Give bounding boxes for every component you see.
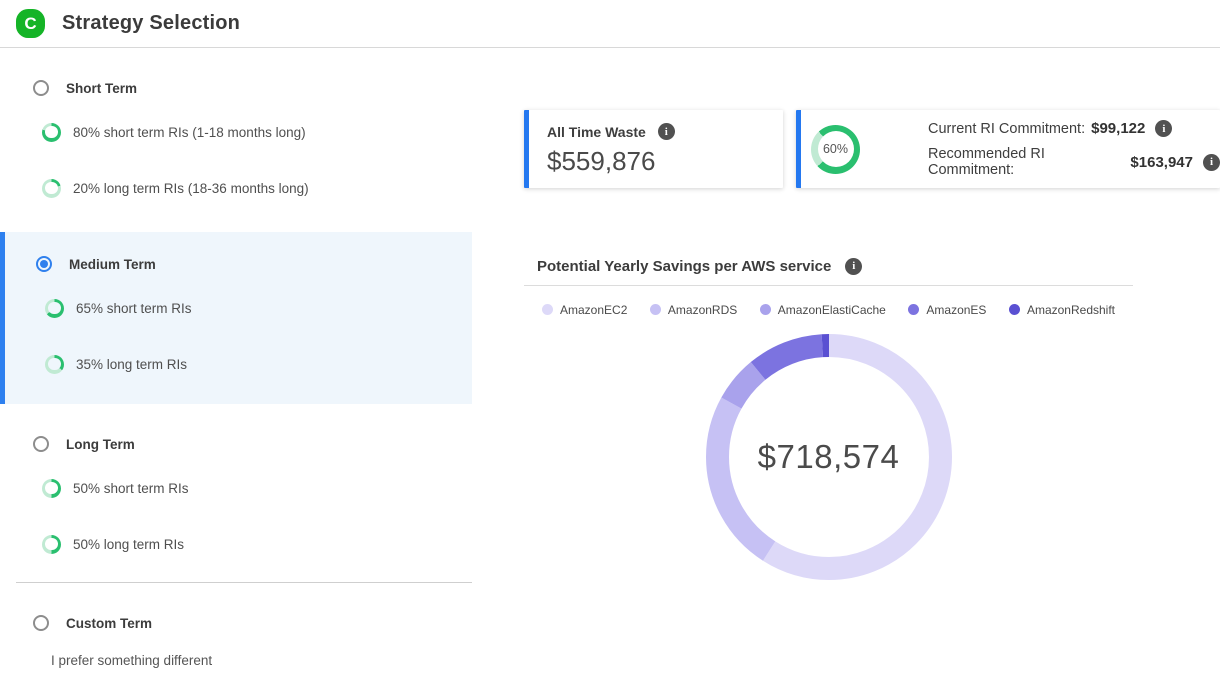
selected-option-panel: Medium Term 65% short term RIs 35% long …	[0, 232, 472, 404]
ri-commitment-card: 60% Current RI Commitment: $99,122 Recom…	[796, 110, 1220, 188]
allocation-label: 80% short term RIs (1-18 months long)	[73, 125, 306, 140]
legend-item-amazonredshift[interactable]: AmazonRedshift	[1009, 302, 1115, 317]
allocation-label: 50% long term RIs	[73, 537, 184, 552]
strategy-selection-page: C Strategy Selection Short Term 80% shor…	[0, 0, 1220, 691]
card-title: All Time Waste	[547, 124, 646, 140]
legend-dot-icon	[760, 304, 771, 315]
progress-ring-icon	[42, 123, 61, 142]
radio-medium-term[interactable]	[36, 256, 52, 272]
option-label: Long Term	[66, 437, 135, 452]
legend-label: AmazonRedshift	[1027, 303, 1115, 317]
list-item: 20% long term RIs (18-36 months long)	[0, 160, 472, 216]
progress-ring-icon	[45, 299, 64, 318]
radio-custom-term[interactable]	[33, 615, 49, 631]
commitment-ring: 60%	[811, 125, 860, 174]
strategy-options-panel: Short Term 80% short term RIs (1-18 mont…	[0, 48, 472, 668]
progress-ring-icon	[42, 479, 61, 498]
savings-chart-section: Potential Yearly Savings per AWS service…	[524, 257, 1133, 580]
allocation-label: 65% short term RIs	[76, 301, 192, 316]
list-item: 35% long term RIs	[5, 336, 472, 392]
recommended-commitment-value: $163,947	[1130, 154, 1193, 171]
option-short-term[interactable]: Short Term	[0, 72, 472, 104]
list-item: 65% short term RIs	[5, 280, 472, 336]
option-label: Custom Term	[66, 616, 152, 631]
chart-title: Potential Yearly Savings per AWS service	[537, 258, 831, 275]
divider	[16, 582, 472, 583]
page-title: Strategy Selection	[62, 12, 240, 35]
legend-dot-icon	[1009, 304, 1020, 315]
allocation-label: 50% short term RIs	[73, 481, 189, 496]
recommended-commitment-label: Recommended RI Commitment:	[928, 146, 1124, 178]
current-commitment-value: $99,122	[1091, 120, 1145, 137]
waste-value: $559,876	[547, 146, 783, 177]
radio-short-term[interactable]	[33, 80, 49, 96]
main: Short Term 80% short term RIs (1-18 mont…	[0, 48, 1220, 668]
allocation-label: 20% long term RIs (18-36 months long)	[73, 181, 309, 196]
donut-svg	[706, 334, 952, 580]
donut-chart: $718,574	[706, 334, 952, 580]
option-custom-term[interactable]: Custom Term	[0, 607, 472, 639]
legend-item-amazones[interactable]: AmazonES	[908, 302, 986, 317]
commitment-ring-label: 60%	[818, 131, 854, 167]
option-medium-term[interactable]: Medium Term	[5, 248, 472, 280]
info-icon[interactable]	[1203, 154, 1220, 171]
header: C Strategy Selection	[0, 0, 1220, 48]
recommended-commitment-row: Recommended RI Commitment: $163,947	[928, 146, 1220, 178]
content: All Time Waste $559,876 60% Current RI C…	[472, 48, 1220, 668]
option-long-term[interactable]: Long Term	[0, 428, 472, 460]
chart-legend: AmazonEC2 AmazonRDS AmazonElastiCache Am…	[524, 302, 1133, 317]
current-commitment-row: Current RI Commitment: $99,122	[928, 120, 1220, 137]
current-commitment-label: Current RI Commitment:	[928, 121, 1085, 137]
legend-dot-icon	[542, 304, 553, 315]
legend-item-amazonrds[interactable]: AmazonRDS	[650, 302, 737, 317]
summary-cards: All Time Waste $559,876 60% Current RI C…	[524, 110, 1220, 188]
custom-term-description: I prefer something different	[0, 653, 472, 668]
progress-ring-icon	[42, 535, 61, 554]
legend-label: AmazonES	[926, 303, 986, 317]
info-icon[interactable]	[845, 258, 862, 275]
legend-label: AmazonEC2	[560, 303, 627, 317]
app-logo-icon: C	[16, 9, 45, 38]
option-label: Short Term	[66, 81, 137, 96]
legend-label: AmazonRDS	[668, 303, 737, 317]
list-item: 80% short term RIs (1-18 months long)	[0, 104, 472, 160]
legend-item-amazonec2[interactable]: AmazonEC2	[542, 302, 627, 317]
progress-ring-icon	[45, 355, 64, 374]
legend-dot-icon	[908, 304, 919, 315]
divider	[524, 285, 1133, 286]
progress-ring-icon	[42, 179, 61, 198]
list-item: 50% short term RIs	[0, 460, 472, 516]
all-time-waste-card: All Time Waste $559,876	[524, 110, 783, 188]
option-label: Medium Term	[69, 257, 156, 272]
legend-label: AmazonElastiCache	[778, 303, 886, 317]
legend-item-amazonelasticache[interactable]: AmazonElastiCache	[760, 302, 886, 317]
radio-long-term[interactable]	[33, 436, 49, 452]
commitment-lines: Current RI Commitment: $99,122 Recommend…	[928, 120, 1220, 178]
legend-dot-icon	[650, 304, 661, 315]
list-item: 50% long term RIs	[0, 516, 472, 572]
info-icon[interactable]	[1155, 120, 1172, 137]
info-icon[interactable]	[658, 123, 675, 140]
allocation-label: 35% long term RIs	[76, 357, 187, 372]
